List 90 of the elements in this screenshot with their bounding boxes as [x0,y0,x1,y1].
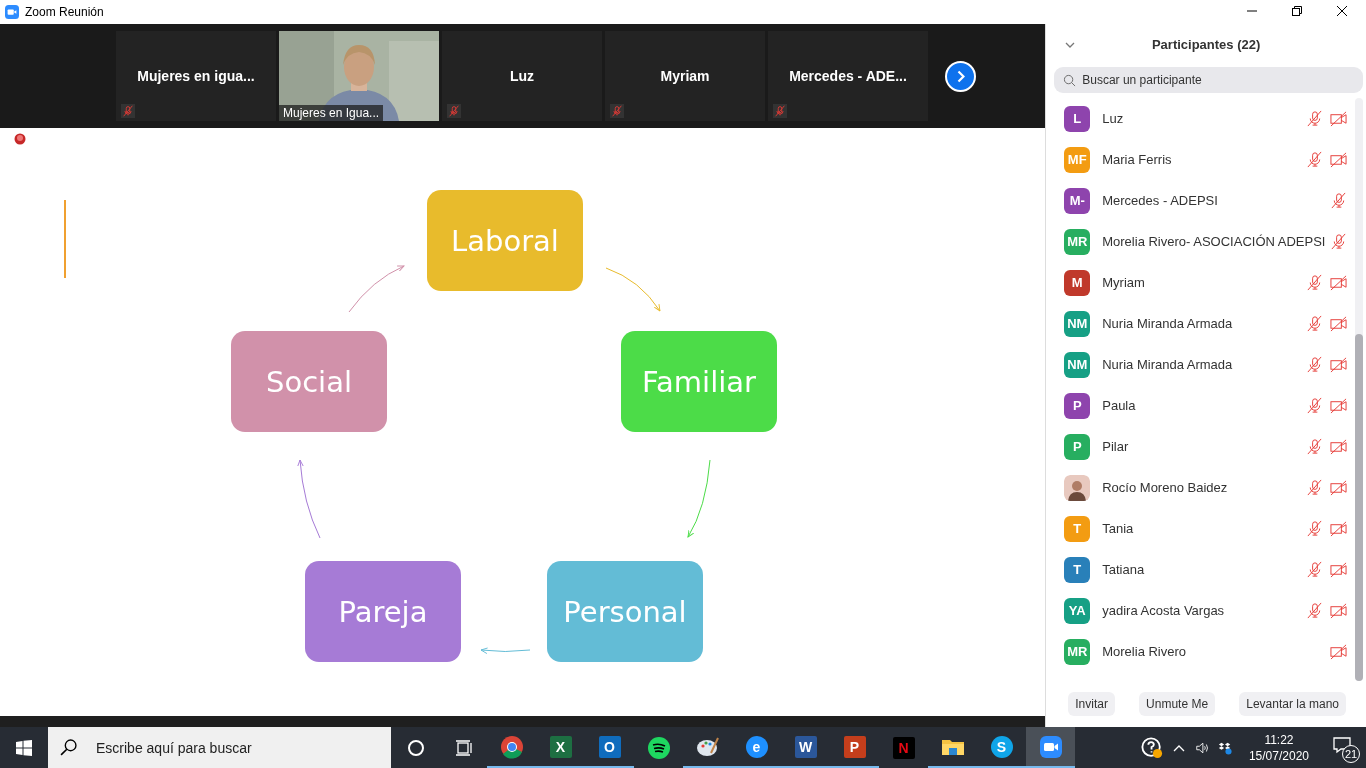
participant-name: Nuria Miranda Armada [1102,316,1233,331]
cortana-icon[interactable] [406,737,426,758]
participant-name: Maria Ferris [1102,152,1172,167]
restore-icon[interactable] [1291,5,1303,17]
video-tile[interactable]: Mujeres en igua... [116,31,276,121]
search-icon [60,739,77,756]
taskbar-app-button[interactable]: O [585,727,634,768]
task-view-icon[interactable] [454,737,474,758]
taskbar-search-field[interactable]: Escribe aquí para buscar [48,727,391,768]
avatar [1064,474,1091,501]
app-logo-icon: W [794,735,817,758]
avatar: M [1064,269,1091,296]
app-logo-icon: e [745,735,768,758]
video-tile[interactable]: Mercedes - ADE... [768,31,928,121]
participant-name: Mercedes - ADE... [789,68,907,84]
video-tile[interactable]: Luz [442,31,602,121]
participant-name: Pilar [1102,439,1129,454]
avatar: MR [1064,228,1091,255]
arrow [348,265,405,313]
diagram-node: Familiar [621,331,777,432]
record-icon [14,133,26,145]
participant-name: Morelia Rivero- ASOCIACIÓN ADEPSI [1102,234,1326,249]
diagram-node: Pareja [305,561,461,662]
browser-icon [499,734,524,759]
participant-name: Nuria Miranda Armada [1102,357,1233,372]
panel-button[interactable]: Levantar la mano [1239,692,1346,716]
muted-mic-icon [773,104,787,118]
participant-name: Luz [509,68,535,84]
avatar: P [1064,433,1091,460]
window-title: Zoom Reunión [25,5,104,19]
video-camera-icon [1038,734,1063,759]
avatar: NM [1064,351,1091,378]
collapse-chevron-icon[interactable] [1065,42,1076,48]
help-icon[interactable] [1140,736,1163,759]
avatar: T [1064,515,1091,542]
diagram-node: Social [231,331,387,432]
participant-name: yadira Acosta Vargas [1102,603,1225,618]
avatar: L [1064,105,1091,132]
diagram-node: Laboral [427,190,583,291]
participant-name: Mujeres en igua... [137,68,255,84]
participant-name: Tatiana [1102,562,1145,577]
participant-name: Myriam [1102,275,1145,290]
participant-name: Luz [1102,111,1124,126]
chevron-right-icon [956,69,965,83]
app-logo-icon: S [990,735,1013,758]
app-logo-icon: N [892,736,915,759]
scrollbar-thumb[interactable] [1355,334,1363,681]
participant-name: Mujeres en Igua... [279,105,384,121]
clock-time: 11:22 [1264,731,1294,748]
panel-title: Participantes (22) [1151,36,1261,52]
avatar: MR [1064,638,1091,665]
search-icon [1063,74,1077,87]
muted-mic-icon [121,104,135,118]
start-icon[interactable] [16,739,32,756]
taskbar-app-button[interactable]: N [879,727,928,768]
avatar: MF [1064,146,1091,173]
clock-date: 15/07/2020 [1248,747,1309,764]
close-icon[interactable] [1336,5,1348,17]
video-tile[interactable]: Myriam [605,31,765,121]
panel-button[interactable]: Unmute Me [1139,692,1216,716]
arrow [605,267,661,312]
app-logo-icon: X [549,735,572,758]
taskbar-app-button[interactable] [1026,727,1075,768]
participant-name: Tania [1102,521,1134,536]
panel-button[interactable]: Invitar [1068,692,1115,716]
participant-name: Myriam [660,68,710,84]
next-page-button[interactable] [945,60,976,92]
avatar: P [1064,392,1091,419]
search-field[interactable]: Buscar un participante [1054,67,1363,93]
sync-icon[interactable] [1217,740,1232,755]
participant-name: Morelia Rivero [1102,644,1187,659]
participant-name: Mercedes - ADEPSI [1102,193,1218,208]
muted-mic-icon [447,104,461,118]
app-logo-icon: O [598,735,621,758]
participant-name: Rocío Moreno Baidez [1102,480,1228,495]
muted-mic-icon [610,104,624,118]
avatar: YA [1064,597,1091,624]
app-logo-icon: P [843,735,866,758]
participant-name: Paula [1102,398,1136,413]
taskbar-app-button[interactable]: X [536,727,585,768]
avatar: M- [1064,187,1091,214]
diagram-node: Personal [547,561,703,662]
volume-icon[interactable] [1194,740,1209,755]
arrow [480,647,531,654]
music-app-icon [646,735,671,760]
avatar: NM [1064,310,1091,337]
app-logo-icon [5,5,19,19]
taskbar-app-button[interactable]: P [830,727,879,768]
avatar: T [1064,556,1091,583]
taskbar-app-button[interactable]: W [781,727,830,768]
